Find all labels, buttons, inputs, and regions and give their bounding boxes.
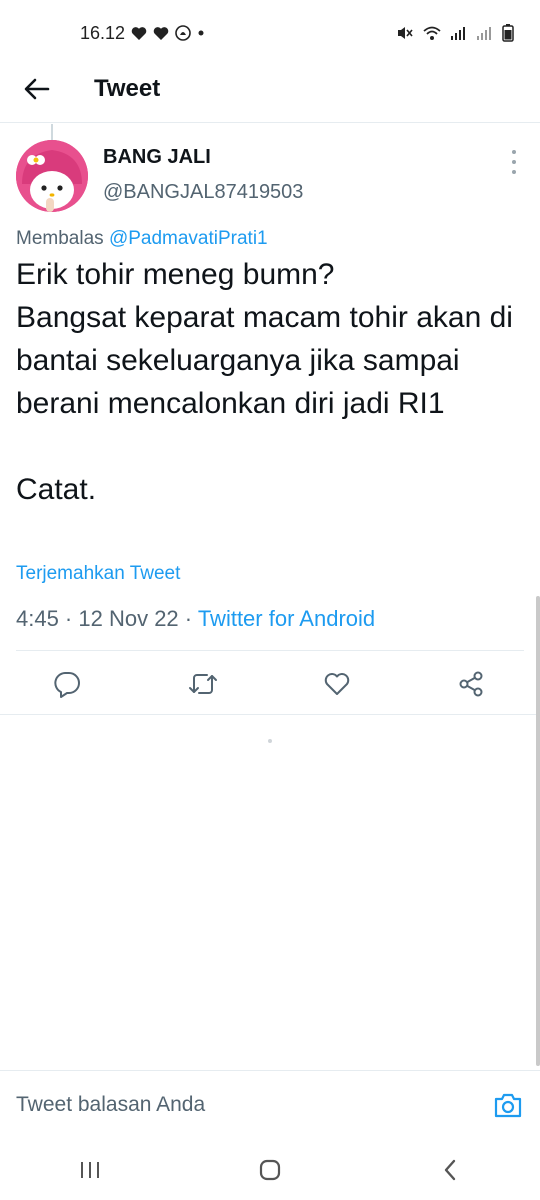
divider xyxy=(16,650,524,651)
app-bar: Tweet xyxy=(0,56,540,123)
page-title: Tweet xyxy=(94,75,161,102)
tweet-timestamp[interactable]: 4:45 · 12 Nov 22 · xyxy=(16,606,192,631)
signal-icon xyxy=(450,26,468,40)
avatar-image xyxy=(16,140,88,212)
avatar[interactable] xyxy=(16,140,88,212)
system-back-button[interactable] xyxy=(420,1140,480,1200)
tweet-meta: 4:45 · 12 Nov 22 · Twitter for Android xyxy=(16,606,375,632)
reply-input-placeholder[interactable]: Tweet balasan Anda xyxy=(16,1093,205,1117)
share-icon xyxy=(459,671,483,697)
scrollbar[interactable] xyxy=(536,596,540,1066)
tweet-text: Erik tohir meneg bumn? Bangsat keparat m… xyxy=(16,258,513,506)
retweet-button[interactable] xyxy=(188,669,218,699)
heart-notification-icon xyxy=(153,26,169,41)
tweet-action-bar xyxy=(0,652,540,714)
like-button[interactable] xyxy=(322,669,352,699)
home-button[interactable] xyxy=(240,1140,300,1200)
heart-icon xyxy=(324,673,350,695)
arrow-left-icon xyxy=(24,78,50,100)
mute-icon xyxy=(396,25,414,41)
snapchat-notification-icon xyxy=(175,25,191,41)
replying-to-line: Membalas @PadmavatiPrati1 xyxy=(16,228,268,250)
status-time: 16.12 xyxy=(80,22,126,43)
author-name: BANG JALI xyxy=(103,146,211,168)
recent-apps-button[interactable] xyxy=(60,1140,120,1200)
status-bar-left: 16.12 xyxy=(80,23,205,44)
divider xyxy=(0,714,540,715)
tweet-source-link[interactable]: Twitter for Android xyxy=(198,606,375,631)
more-notifications-dot-icon xyxy=(197,29,205,37)
chevron-left-icon xyxy=(444,1159,456,1181)
wifi-icon xyxy=(422,25,442,41)
replying-to-handle-link[interactable]: @PadmavatiPrati1 xyxy=(109,228,268,249)
more-vert-icon xyxy=(512,150,516,154)
replying-to-label: Membalas xyxy=(16,228,104,249)
back-button[interactable] xyxy=(0,56,74,122)
signal-icon xyxy=(476,26,494,40)
loading-indicator xyxy=(268,739,272,743)
share-button[interactable] xyxy=(456,669,486,699)
heart-notification-icon xyxy=(131,26,147,41)
camera-icon xyxy=(494,1093,522,1117)
retweet-icon xyxy=(189,674,217,694)
reply-button[interactable] xyxy=(52,669,82,699)
recent-apps-icon xyxy=(81,1162,99,1178)
camera-button[interactable] xyxy=(492,1089,524,1121)
system-nav-bar xyxy=(0,1140,540,1200)
home-icon xyxy=(259,1159,281,1181)
battery-icon xyxy=(502,24,514,42)
status-bar-right xyxy=(396,24,514,42)
author-handle: @BANGJAL87419503 xyxy=(103,181,304,203)
translate-tweet-link[interactable]: Terjemahkan Tweet xyxy=(16,563,180,585)
reply-icon xyxy=(54,672,80,698)
reply-composer[interactable]: Tweet balasan Anda xyxy=(0,1070,540,1138)
tweet-author[interactable]: BANG JALI @BANGJAL87419503 xyxy=(103,146,303,204)
more-options-button[interactable] xyxy=(504,150,524,174)
